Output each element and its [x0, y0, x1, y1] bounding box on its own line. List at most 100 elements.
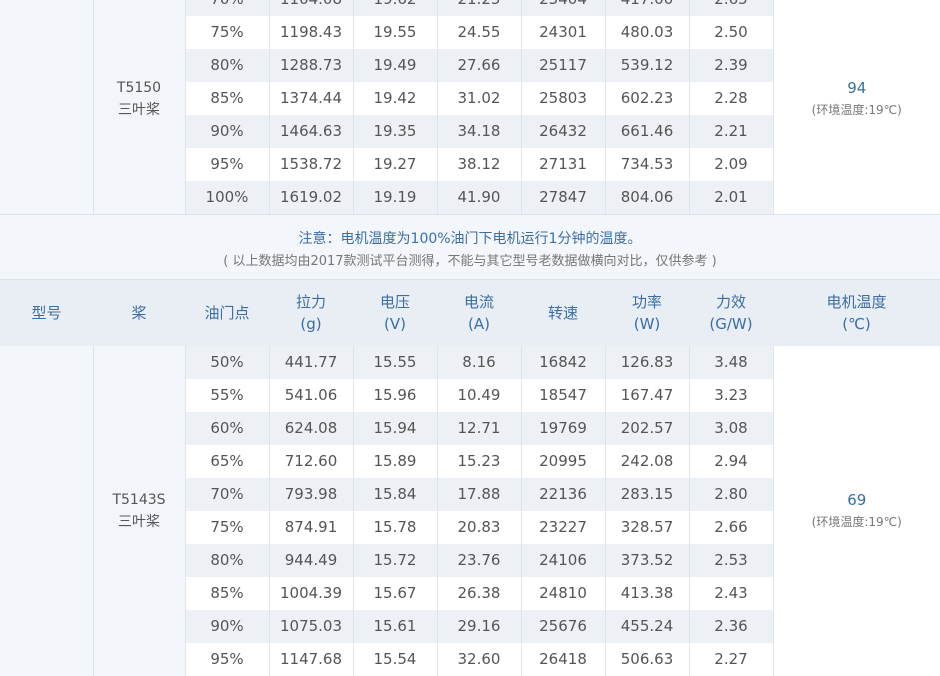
- header-rpm: 转速: [521, 280, 605, 346]
- model-name: T5150: [94, 77, 185, 99]
- header-power-unit: (W): [605, 313, 689, 335]
- cell-current: 34.18: [437, 115, 521, 148]
- cell-voltage: 19.55: [353, 16, 437, 49]
- cell-voltage: 19.35: [353, 115, 437, 148]
- cell-voltage: 15.96: [353, 379, 437, 412]
- propeller-type: 三叶桨: [94, 511, 185, 533]
- header-motor-temp-unit: (℃): [773, 313, 940, 335]
- cell-voltage: 19.62: [353, 0, 437, 16]
- header-power-label: 功率: [605, 291, 689, 313]
- motor-temp-cell: 94(环境温度:19℃): [773, 0, 940, 214]
- cell-thrust: 441.77: [269, 346, 353, 379]
- cell-efficiency: 2.21: [689, 115, 773, 148]
- cell-throttle: 90%: [185, 115, 269, 148]
- cell-voltage: 15.89: [353, 445, 437, 478]
- cell-rpm: 27131: [521, 148, 605, 181]
- cell-power: 602.23: [605, 82, 689, 115]
- cell-efficiency: 2.36: [689, 610, 773, 643]
- cell-efficiency: 2.50: [689, 16, 773, 49]
- cell-thrust: 944.49: [269, 544, 353, 577]
- cell-power: 167.47: [605, 379, 689, 412]
- cell-voltage: 19.42: [353, 82, 437, 115]
- cell-thrust: 1198.43: [269, 16, 353, 49]
- header-row: 型号桨油门点拉力(g)电压(V)电流(A)转速功率(W)力效(G/W)电机温度(…: [0, 280, 940, 346]
- cell-power: 539.12: [605, 49, 689, 82]
- header-voltage-label: 电压: [353, 291, 437, 313]
- cell-throttle: 70%: [185, 478, 269, 511]
- cell-efficiency: 3.23: [689, 379, 773, 412]
- cell-throttle: 90%: [185, 610, 269, 643]
- cell-thrust: 1538.72: [269, 148, 353, 181]
- cell-voltage: 15.67: [353, 577, 437, 610]
- cell-voltage: 15.54: [353, 643, 437, 676]
- cell-efficiency: 2.39: [689, 49, 773, 82]
- header-efficiency-unit: (G/W): [689, 313, 773, 335]
- propeller-cell: T5143S三叶桨: [93, 346, 185, 676]
- cell-rpm: 16842: [521, 346, 605, 379]
- header-thrust-label: 拉力: [269, 291, 353, 313]
- cell-rpm: 23227: [521, 511, 605, 544]
- cell-current: 20.83: [437, 511, 521, 544]
- cell-throttle: 95%: [185, 643, 269, 676]
- cell-current: 12.71: [437, 412, 521, 445]
- cell-power: 283.15: [605, 478, 689, 511]
- cell-throttle: 75%: [185, 511, 269, 544]
- cell-voltage: 15.84: [353, 478, 437, 511]
- cell-thrust: 1374.44: [269, 82, 353, 115]
- spec-table-2-wrapper: T5143S三叶桨50%441.7715.558.1616842126.833.…: [0, 346, 940, 676]
- header-power: 功率(W): [605, 280, 689, 346]
- cell-rpm: 27847: [521, 181, 605, 214]
- header-model-label: 型号: [0, 302, 93, 324]
- cell-power: 202.57: [605, 412, 689, 445]
- cell-efficiency: 3.08: [689, 412, 773, 445]
- cell-current: 31.02: [437, 82, 521, 115]
- cell-efficiency: 2.27: [689, 643, 773, 676]
- cell-thrust: 624.08: [269, 412, 353, 445]
- cell-current: 17.88: [437, 478, 521, 511]
- cell-thrust: 874.91: [269, 511, 353, 544]
- cell-thrust: 1004.39: [269, 577, 353, 610]
- cell-throttle: 100%: [185, 181, 269, 214]
- cell-throttle: 70%: [185, 0, 269, 16]
- header-propeller: 桨: [93, 280, 185, 346]
- cell-thrust: 541.06: [269, 379, 353, 412]
- cell-power: 734.53: [605, 148, 689, 181]
- cell-voltage: 15.72: [353, 544, 437, 577]
- cell-efficiency: 2.53: [689, 544, 773, 577]
- header-motor-temp: 电机温度(℃): [773, 280, 940, 346]
- cell-current: 24.55: [437, 16, 521, 49]
- cell-rpm: 24106: [521, 544, 605, 577]
- ambient-temp-note: (环境温度:19℃): [774, 99, 940, 121]
- cell-current: 32.60: [437, 643, 521, 676]
- cell-rpm: 20995: [521, 445, 605, 478]
- header-voltage: 电压(V): [353, 280, 437, 346]
- table-row: T5150三叶桨70%1104.0819.6221.2523404417.002…: [0, 0, 940, 16]
- cell-efficiency: 2.09: [689, 148, 773, 181]
- cell-throttle: 80%: [185, 49, 269, 82]
- cell-throttle: 80%: [185, 544, 269, 577]
- cell-voltage: 15.94: [353, 412, 437, 445]
- cell-power: 480.03: [605, 16, 689, 49]
- cell-efficiency: 2.80: [689, 478, 773, 511]
- cell-rpm: 22136: [521, 478, 605, 511]
- cell-power: 506.63: [605, 643, 689, 676]
- motor-temp-cell: 69(环境温度:19℃): [773, 346, 940, 676]
- header-throttle-label: 油门点: [185, 302, 269, 324]
- header-efficiency: 力效(G/W): [689, 280, 773, 346]
- cell-rpm: 24301: [521, 16, 605, 49]
- cell-rpm: 25117: [521, 49, 605, 82]
- cell-power: 126.83: [605, 346, 689, 379]
- spec-table-t5143s: T5143S三叶桨50%441.7715.558.1616842126.833.…: [0, 346, 940, 676]
- cell-voltage: 15.55: [353, 346, 437, 379]
- note-main-text: 注意：电机温度为100%油门下电机运行1分钟的温度。: [0, 228, 940, 248]
- cell-efficiency: 2.43: [689, 577, 773, 610]
- cell-efficiency: 2.65: [689, 0, 773, 16]
- propeller-type: 三叶桨: [94, 99, 185, 121]
- ambient-temp-note: (环境温度:19℃): [774, 511, 940, 533]
- cell-rpm: 24810: [521, 577, 605, 610]
- motor-temp-value: 69: [774, 489, 940, 511]
- cell-thrust: 1619.02: [269, 181, 353, 214]
- cell-efficiency: 2.94: [689, 445, 773, 478]
- cell-voltage: 15.78: [353, 511, 437, 544]
- cell-voltage: 19.19: [353, 181, 437, 214]
